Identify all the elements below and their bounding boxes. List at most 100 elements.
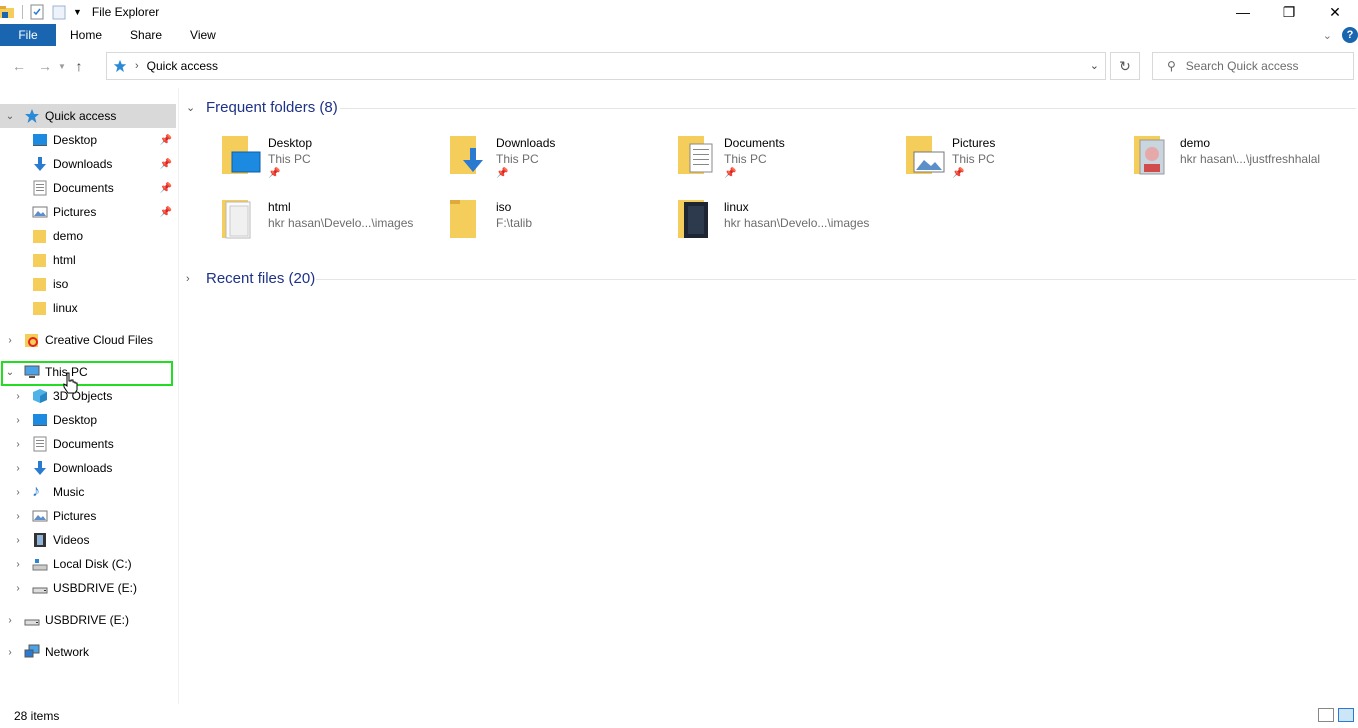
expand-chevron-icon[interactable]: › (12, 391, 24, 402)
expand-chevron-icon[interactable]: › (12, 463, 24, 474)
sidebar-item-label: Videos (53, 533, 90, 547)
pin-icon[interactable]: 📌 (160, 183, 172, 194)
sidebar-item-local-disk[interactable]: › Local Disk (C:) (0, 552, 176, 576)
network-icon (24, 644, 40, 658)
breadcrumb-quick-access[interactable]: Quick access (147, 59, 218, 73)
recent-files-header[interactable]: › Recent files (20) (186, 270, 315, 287)
folder-tile-html[interactable]: html hkr hasan\Develo...\images (220, 198, 440, 258)
pin-icon[interactable]: 📌 (160, 207, 172, 218)
file-explorer-window: ▼ File Explorer — ❐ ✕ File Home Share Vi… (0, 0, 1358, 728)
expand-chevron-icon[interactable]: › (4, 335, 16, 346)
creative-cloud-icon (25, 334, 38, 347)
pin-icon[interactable]: 📌 (160, 135, 172, 146)
address-dropdown-icon[interactable]: ⌄ (1090, 59, 1099, 72)
recent-locations-chevron-icon[interactable]: ▼ (56, 55, 68, 77)
breadcrumb-chevron-icon[interactable]: › (135, 60, 139, 72)
pin-icon: 📌 (724, 168, 737, 179)
collapse-chevron-icon[interactable]: ⌄ (4, 111, 16, 122)
forward-arrow-icon[interactable]: → (34, 55, 56, 77)
large-icons-view-icon[interactable] (1338, 708, 1354, 722)
pin-icon[interactable]: 📌 (160, 159, 172, 170)
tab-home[interactable]: Home (56, 24, 116, 46)
tab-view[interactable]: View (176, 24, 230, 46)
back-arrow-icon[interactable]: ← (8, 55, 30, 77)
sidebar-item-label: Network (45, 645, 90, 659)
sidebar-item-music[interactable]: › ♪ Music (0, 480, 176, 504)
sidebar-item-pc-pictures[interactable]: › Pictures (0, 504, 176, 528)
sidebar-item-desktop[interactable]: Desktop 📌 (0, 128, 176, 152)
customize-toolbar-chevron-icon[interactable]: ▼ (73, 7, 82, 17)
expand-chevron-icon[interactable]: › (12, 535, 24, 546)
sidebar-item-pc-documents[interactable]: › Documents (0, 432, 176, 456)
folder-tile-pictures[interactable]: Pictures This PC 📌 (904, 134, 1124, 194)
new-folder-icon[interactable] (51, 4, 67, 20)
sidebar-item-network[interactable]: › Network (0, 640, 176, 664)
sidebar-item-label: demo (53, 229, 84, 243)
pictures-icon (32, 510, 48, 522)
tab-share[interactable]: Share (116, 24, 176, 46)
folder-name: html (268, 200, 291, 214)
up-arrow-icon[interactable]: ↑ (68, 55, 90, 77)
sidebar-item-demo[interactable]: demo (0, 224, 176, 248)
group-divider (340, 108, 1356, 109)
sidebar-item-creative-cloud[interactable]: › Creative Cloud Files (0, 328, 176, 352)
folder-tile-iso[interactable]: iso F:\talib (448, 198, 668, 258)
address-bar[interactable]: › Quick access ⌄ (106, 52, 1106, 80)
ribbon-tabs: File Home Share View ⌄ ? (0, 24, 1358, 46)
sidebar-item-documents[interactable]: Documents 📌 (0, 176, 176, 200)
sidebar-item-pictures[interactable]: Pictures 📌 (0, 200, 176, 224)
sidebar-item-label: Desktop (53, 413, 98, 427)
sidebar-item-videos[interactable]: › Videos (0, 528, 176, 552)
search-icon: ⚲ (1167, 59, 1176, 73)
navigation-pane: ⌄ Quick access Desktop 📌 Downloads 📌 Doc… (0, 104, 178, 704)
expand-chevron-icon[interactable]: › (4, 615, 16, 626)
tab-file[interactable]: File (0, 24, 56, 46)
folder-tile-desktop[interactable]: Desktop This PC 📌 (220, 134, 440, 194)
folder-tile-linux[interactable]: linux hkr hasan\Develo...\images (676, 198, 896, 258)
close-icon[interactable]: ✕ (1312, 0, 1358, 24)
sidebar-item-html[interactable]: html (0, 248, 176, 272)
search-box[interactable]: ⚲ (1152, 52, 1354, 80)
folder-icon (33, 302, 46, 315)
expand-chevron-icon[interactable]: › (12, 415, 24, 426)
hard-drive-icon (32, 559, 48, 571)
folder-tile-downloads[interactable]: Downloads This PC 📌 (448, 134, 668, 194)
sidebar-item-label: Quick access (45, 109, 117, 123)
sidebar-item-linux[interactable]: linux (0, 296, 176, 320)
expand-chevron-icon[interactable]: › (12, 487, 24, 498)
details-view-icon[interactable] (1318, 708, 1334, 722)
expand-chevron-icon[interactable]: › (4, 647, 16, 658)
sidebar-item-3d-objects[interactable]: › 3D Objects (0, 384, 176, 408)
expand-chevron-icon[interactable]: › (12, 511, 24, 522)
folder-tile-demo[interactable]: demo hkr hasan\...\justfreshhalal (1132, 134, 1352, 194)
sidebar-item-downloads[interactable]: Downloads 📌 (0, 152, 176, 176)
search-input[interactable] (1185, 59, 1336, 73)
sidebar-item-pc-downloads[interactable]: › Downloads (0, 456, 176, 480)
sidebar-item-pc-desktop[interactable]: › Desktop (0, 408, 176, 432)
maximize-icon[interactable]: ❐ (1266, 0, 1312, 24)
highlight-box (1, 361, 173, 386)
sidebar-item-label: Music (53, 485, 85, 499)
pane-divider[interactable] (178, 88, 179, 704)
sidebar-item-pc-usbdrive[interactable]: › USBDRIVE (E:) (0, 576, 176, 600)
sidebar-item-usbdrive[interactable]: › USBDRIVE (E:) (0, 608, 176, 632)
sidebar-item-label: linux (53, 301, 78, 315)
folder-name: Desktop (268, 136, 313, 150)
group-title: Frequent folders (8) (206, 99, 338, 116)
refresh-icon[interactable]: ↻ (1110, 52, 1140, 80)
folder-tile-documents[interactable]: Documents This PC 📌 (676, 134, 896, 194)
minimize-icon[interactable]: — (1220, 0, 1266, 24)
desktop-icon (33, 414, 47, 426)
expand-chevron-icon[interactable]: › (12, 439, 24, 450)
download-arrow-icon (34, 461, 46, 475)
frequent-folders-header[interactable]: ⌄ Frequent folders (8) (186, 99, 338, 116)
help-icon[interactable]: ? (1342, 27, 1358, 43)
expand-chevron-icon[interactable]: › (186, 273, 200, 285)
sidebar-item-quick-access[interactable]: ⌄ Quick access (0, 104, 176, 128)
properties-icon[interactable] (29, 4, 45, 20)
expand-ribbon-chevron-icon[interactable]: ⌄ (1323, 29, 1332, 42)
sidebar-item-iso[interactable]: iso (0, 272, 176, 296)
expand-chevron-icon[interactable]: › (12, 559, 24, 570)
expand-chevron-icon[interactable]: › (12, 583, 24, 594)
collapse-chevron-icon[interactable]: ⌄ (186, 101, 200, 114)
